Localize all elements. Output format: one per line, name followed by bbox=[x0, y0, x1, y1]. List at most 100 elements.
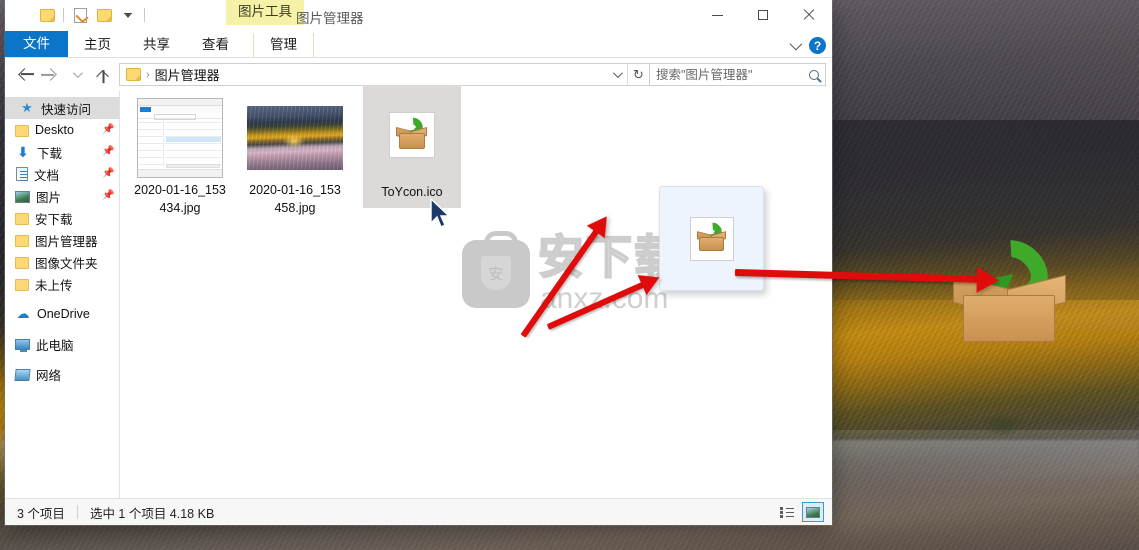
file-thumbnail bbox=[363, 85, 461, 185]
star-pin-icon: ★ bbox=[21, 100, 33, 115]
search-icon[interactable] bbox=[806, 67, 822, 82]
window-body: ★ 快速访问 Deskto 📌 ⬇ 下载 📌 文档 📌 图片 📌 安下载 图片管… bbox=[5, 85, 832, 498]
properties-icon[interactable] bbox=[68, 4, 92, 26]
explorer-screenshot-thumb bbox=[137, 98, 223, 178]
tab-file[interactable]: 文件 bbox=[5, 30, 68, 57]
file-thumbnail bbox=[130, 93, 230, 183]
file-name-line1: 2020-01-16_153 bbox=[134, 183, 226, 197]
document-icon bbox=[16, 167, 28, 181]
toycon-box-icon bbox=[689, 216, 734, 261]
tab-home[interactable]: 主页 bbox=[68, 33, 127, 58]
close-button[interactable] bbox=[786, 0, 832, 30]
divider bbox=[144, 8, 145, 22]
dragged-icon-card[interactable] bbox=[659, 186, 764, 291]
toycon-box-icon bbox=[389, 112, 435, 158]
folder-icon[interactable] bbox=[35, 4, 59, 26]
toycon-box-icon[interactable] bbox=[948, 227, 1070, 346]
sidebar-item-not-uploaded[interactable]: 未上传 bbox=[5, 273, 119, 295]
contextual-tool-label: 图片工具 bbox=[226, 0, 304, 25]
tab-share[interactable]: 共享 bbox=[127, 33, 186, 58]
sidebar-item-documents[interactable]: 文档 📌 bbox=[5, 163, 119, 185]
sidebar-item-label: 未上传 bbox=[35, 278, 73, 293]
new-folder-icon[interactable] bbox=[92, 4, 116, 26]
pin-icon[interactable]: 📌 bbox=[102, 191, 114, 201]
quick-access-toolbar bbox=[5, 0, 149, 30]
back-button[interactable] bbox=[11, 62, 37, 88]
list-item[interactable]: 2020-01-16_153 434.jpg bbox=[130, 93, 230, 219]
breadcrumb-separator: › bbox=[146, 68, 150, 81]
pin-icon[interactable]: 📌 bbox=[102, 169, 114, 179]
navigation-pane: ★ 快速访问 Deskto 📌 ⬇ 下载 📌 文档 📌 图片 📌 安下载 图片管… bbox=[5, 91, 120, 498]
sidebar-item-label: 图像文件夹 bbox=[35, 256, 98, 271]
sidebar-item-image-folder[interactable]: 图像文件夹 bbox=[5, 251, 119, 273]
sidebar-item-label: Deskto bbox=[35, 123, 74, 137]
pin-icon[interactable]: 📌 bbox=[102, 125, 114, 135]
large-icons-view-button[interactable] bbox=[802, 502, 824, 522]
address-bar[interactable]: › 图片管理器 ↻ bbox=[119, 63, 650, 86]
sidebar-item-label: 图片管理器 bbox=[35, 234, 98, 249]
sidebar-item-downloads[interactable]: ⬇ 下载 📌 bbox=[5, 141, 119, 163]
list-item-selected[interactable]: ToYcon.ico bbox=[363, 85, 461, 208]
folder-icon bbox=[15, 124, 29, 137]
recent-locations-button[interactable] bbox=[63, 62, 89, 88]
sidebar-item-pictures[interactable]: 图片 📌 bbox=[5, 185, 119, 207]
view-mode-buttons bbox=[776, 502, 824, 522]
chevron-down-icon[interactable] bbox=[605, 64, 627, 85]
pin-icon[interactable]: 📌 bbox=[102, 147, 114, 157]
contextual-tool-group: 图片工具 bbox=[226, 0, 304, 25]
up-button[interactable] bbox=[89, 62, 115, 88]
details-view-button[interactable] bbox=[776, 502, 798, 522]
address-bar-actions: ↻ bbox=[605, 64, 649, 85]
title-bar: 图片工具 图片管理器 bbox=[5, 0, 832, 30]
picture-icon bbox=[15, 190, 30, 203]
sidebar-item-picture-manager[interactable]: 图片管理器 bbox=[5, 229, 119, 251]
cloud-icon: ☁ bbox=[16, 306, 30, 321]
file-name-line1: 2020-01-16_153 bbox=[249, 183, 341, 197]
sidebar-item-this-pc[interactable]: 此电脑 bbox=[5, 333, 119, 355]
window-title: 图片管理器 bbox=[296, 11, 364, 26]
this-pc-icon bbox=[15, 339, 30, 352]
chevron-down-icon[interactable] bbox=[789, 37, 803, 51]
download-icon: ⬇ bbox=[17, 143, 29, 160]
sidebar-item-label: 下载 bbox=[37, 146, 63, 161]
help-icon[interactable]: ? bbox=[809, 37, 826, 54]
sidebar-item-label: 网络 bbox=[36, 368, 62, 383]
tab-view[interactable]: 查看 bbox=[186, 33, 245, 58]
folder-icon bbox=[15, 256, 29, 269]
tab-manage[interactable]: 管理 bbox=[253, 32, 314, 57]
selection-info-label: 选中 1 个项目 4.18 KB bbox=[89, 506, 215, 521]
sidebar-item-anxiazai[interactable]: 安下载 bbox=[5, 207, 119, 229]
file-name-line2: 458.jpg bbox=[274, 201, 316, 215]
sidebar-item-quick-access[interactable]: ★ 快速访问 bbox=[5, 97, 119, 119]
window-controls bbox=[694, 0, 832, 30]
search-input[interactable] bbox=[656, 67, 798, 82]
folder-icon bbox=[15, 212, 29, 225]
sidebar-item-label: 快速访问 bbox=[41, 102, 92, 117]
sidebar-item-desktop[interactable]: Deskto 📌 bbox=[5, 119, 119, 141]
list-item[interactable]: 2020-01-16_153 458.jpg bbox=[245, 93, 345, 219]
refresh-icon[interactable]: ↻ bbox=[627, 64, 649, 85]
folder-icon bbox=[15, 234, 29, 247]
minimize-button[interactable] bbox=[694, 0, 740, 30]
customize-chevron-icon[interactable] bbox=[116, 4, 140, 26]
network-icon bbox=[14, 368, 31, 381]
maximize-button[interactable] bbox=[740, 0, 786, 30]
sidebar-item-label: 此电脑 bbox=[36, 338, 74, 353]
breadcrumb-path[interactable]: 图片管理器 bbox=[155, 65, 220, 84]
folder-icon bbox=[126, 68, 141, 81]
file-name-line1: ToYcon.ico bbox=[381, 185, 443, 199]
ribbon-tabs: 文件 主页 共享 查看 管理 ? bbox=[5, 30, 832, 58]
sidebar-item-network[interactable]: 网络 bbox=[5, 363, 119, 385]
sidebar-item-label: 文档 bbox=[34, 168, 60, 183]
file-list-pane[interactable]: 2020-01-16_153 434.jpg 2020-01-16_153 45… bbox=[120, 85, 832, 498]
forward-button[interactable] bbox=[37, 62, 63, 88]
breadcrumb: › 图片管理器 bbox=[120, 65, 220, 84]
file-thumbnail bbox=[245, 93, 345, 183]
sidebar-item-label: 图片 bbox=[36, 190, 62, 205]
folder-icon bbox=[15, 278, 29, 291]
search-box[interactable] bbox=[650, 63, 826, 86]
item-count-label: 3 个项目 bbox=[17, 506, 65, 521]
sidebar-item-onedrive[interactable]: ☁ OneDrive bbox=[5, 303, 119, 325]
sidebar-item-label: 安下载 bbox=[35, 212, 73, 227]
landscape-photo-thumb bbox=[247, 106, 343, 170]
